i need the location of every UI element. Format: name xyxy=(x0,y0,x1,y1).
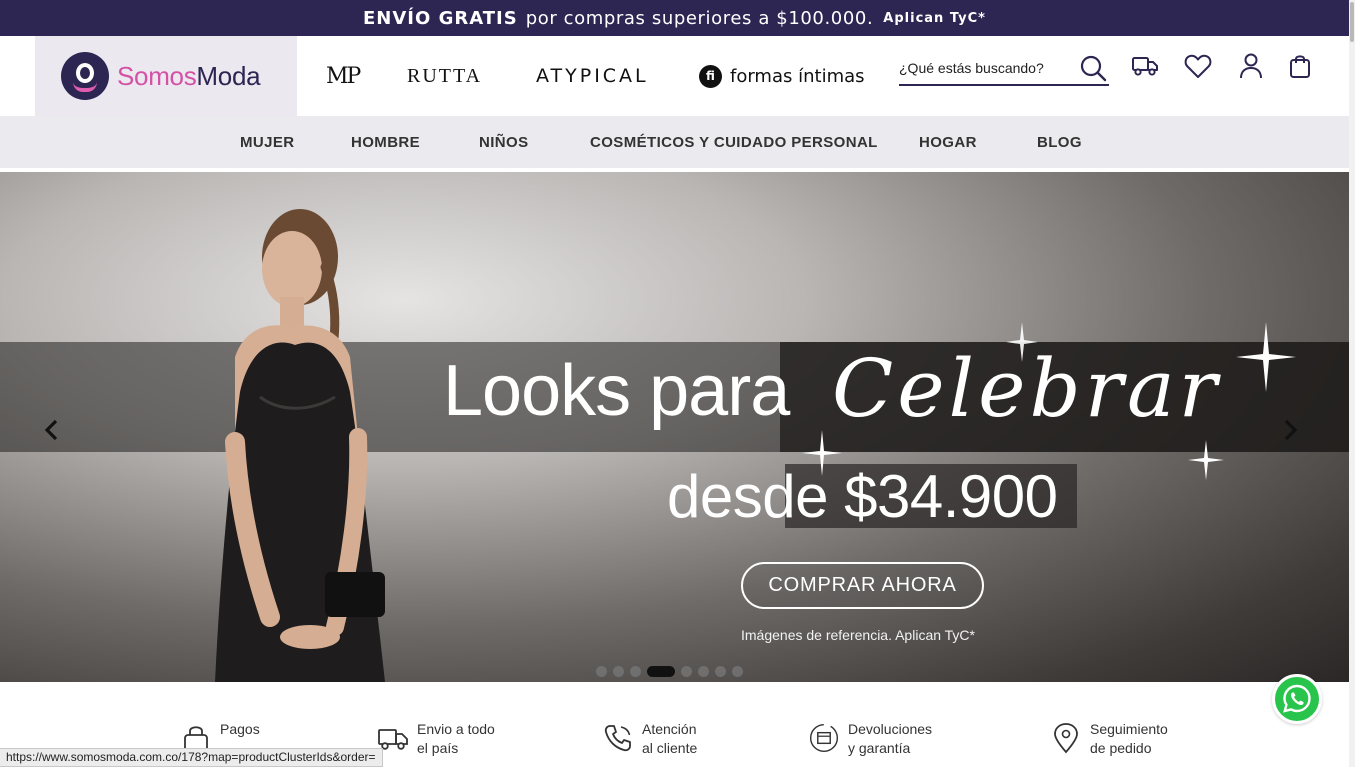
phone-icon xyxy=(604,725,631,752)
sparkle-icon xyxy=(1006,322,1038,362)
nav-item-ninos[interactable]: NIÑOS xyxy=(479,116,529,168)
hero-model-image xyxy=(215,209,385,682)
nav-item-hogar[interactable]: HOGAR xyxy=(919,116,977,168)
search-bar xyxy=(899,52,1109,86)
shopping-bag-icon[interactable] xyxy=(1285,51,1315,81)
hero-price: desde $34.900 xyxy=(667,463,1058,530)
brand-formas-intimas-label: formas íntimas xyxy=(730,65,865,87)
logo-icon xyxy=(61,52,109,100)
logo-text: SomosModa xyxy=(117,60,261,92)
feature-seguimiento-line1: Seguimiento xyxy=(1090,721,1168,737)
logo-text-moda: Moda xyxy=(196,60,261,91)
browser-status-bar: https://www.somosmoda.com.co/178?map=pro… xyxy=(0,748,383,767)
hero-headline: Looks para xyxy=(443,351,790,431)
heart-icon[interactable] xyxy=(1183,51,1213,81)
carousel-dot[interactable] xyxy=(613,666,624,677)
search-icon[interactable] xyxy=(1079,54,1107,82)
carousel-dot[interactable] xyxy=(698,666,709,677)
main-nav: MUJER HOMBRE NIÑOS COSMÉTICOS Y CUIDADO … xyxy=(0,116,1349,168)
promo-tyc[interactable]: Aplican TyC* xyxy=(883,11,986,26)
carousel-prev-arrow-icon[interactable] xyxy=(40,418,64,442)
delivery-truck-icon[interactable] xyxy=(1130,51,1160,81)
feature-seguimiento-line2: de pedido xyxy=(1090,740,1152,756)
scrollbar-thumb[interactable] xyxy=(1350,2,1354,42)
feature-devoluciones[interactable]: Devoluciones y garantía xyxy=(808,720,932,758)
buy-now-button[interactable]: COMPRAR AHORA xyxy=(741,562,984,609)
feature-atencion[interactable]: Atención al cliente xyxy=(602,720,697,758)
brand-formas-intimas-link[interactable]: fi formas íntimas xyxy=(699,36,865,116)
site-header: SomosModa MP RUTTA ATYPICAL fi formas ín… xyxy=(0,36,1349,116)
carousel-next-arrow-icon[interactable] xyxy=(1278,418,1302,442)
whatsapp-icon xyxy=(1283,684,1311,713)
brand-atypical-link[interactable]: ATYPICAL xyxy=(536,36,649,116)
page-scrollbar[interactable] xyxy=(1349,0,1355,767)
sparkle-icon xyxy=(802,430,842,476)
user-icon[interactable] xyxy=(1236,51,1266,81)
promo-banner[interactable]: ENVÍO GRATIS por compras superiores a $1… xyxy=(0,0,1349,36)
return-box-icon xyxy=(809,723,839,753)
nav-item-mujer[interactable]: MUJER xyxy=(240,116,295,168)
carousel-dot[interactable] xyxy=(715,666,726,677)
hero-carousel[interactable]: Looks para Celebrar desde $34.900 COMPRA… xyxy=(0,172,1349,682)
nav-item-hombre[interactable]: HOMBRE xyxy=(351,116,420,168)
nav-item-blog[interactable]: BLOG xyxy=(1037,116,1082,168)
feature-atencion-line2: al cliente xyxy=(642,740,698,756)
location-pin-icon xyxy=(1054,723,1078,754)
feature-devoluciones-line2: y garantía xyxy=(848,740,911,756)
feature-pagos-line1: Pagos xyxy=(220,721,260,737)
whatsapp-button[interactable] xyxy=(1272,674,1322,724)
carousel-dots xyxy=(596,666,743,677)
logo-text-somos: Somos xyxy=(117,60,197,91)
brand-rutta-link[interactable]: RUTTA xyxy=(407,36,482,116)
nav-item-cosmeticos[interactable]: COSMÉTICOS Y CUIDADO PERSONAL xyxy=(590,116,878,168)
search-input[interactable] xyxy=(899,60,1074,76)
sparkle-icon xyxy=(1236,322,1296,392)
promo-bold-text: ENVÍO GRATIS xyxy=(363,7,518,29)
carousel-dot[interactable] xyxy=(681,666,692,677)
carousel-dot[interactable] xyxy=(630,666,641,677)
promo-text: por compras superiores a $100.000. xyxy=(525,7,874,29)
feature-envio[interactable]: Envio a todo el país xyxy=(377,720,495,758)
feature-envio-line1: Envio a todo xyxy=(417,721,495,737)
feature-atencion-line1: Atención xyxy=(642,721,697,737)
carousel-dot[interactable] xyxy=(596,666,607,677)
feature-devoluciones-line1: Devoluciones xyxy=(848,721,933,737)
sparkle-icon xyxy=(1188,440,1224,480)
carousel-dot[interactable] xyxy=(732,666,743,677)
formas-intimas-logo-icon: fi xyxy=(699,64,722,88)
feature-envio-line2: el país xyxy=(417,740,459,756)
carousel-dot[interactable] xyxy=(647,666,675,677)
feature-seguimiento[interactable]: Seguimiento de pedido xyxy=(1050,720,1168,758)
brand-mp-link[interactable]: MP xyxy=(326,36,361,116)
logo-link[interactable]: SomosModa xyxy=(35,36,297,116)
hero-disclaimer: Imágenes de referencia. Aplican TyC* xyxy=(741,627,975,643)
